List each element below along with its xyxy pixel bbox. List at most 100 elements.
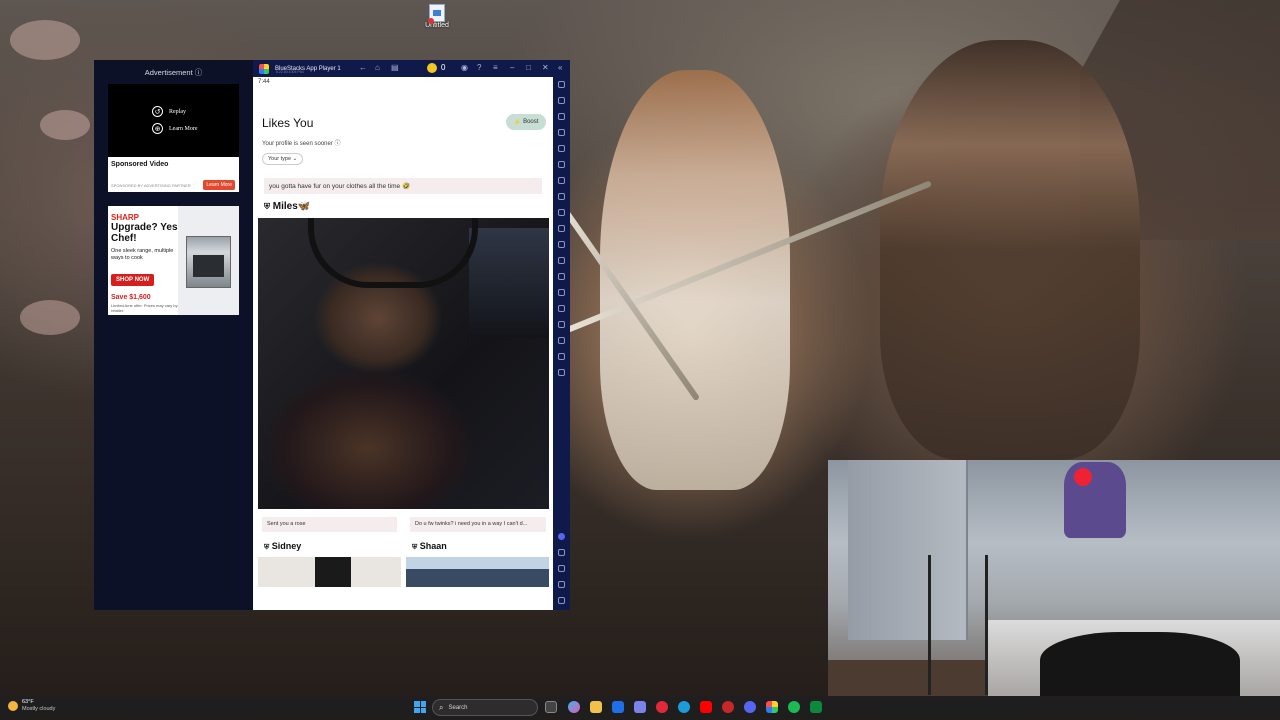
sponsored-video-label: Sponsored Video: [111, 161, 169, 168]
card-comment: Sent you a rose: [262, 517, 397, 532]
sort-icon[interactable]: [558, 321, 565, 328]
wallpaper-blossom: [20, 300, 80, 335]
edge-icon[interactable]: [678, 701, 690, 713]
card-comment: Do u fw twinks? i need you in a way I ca…: [410, 517, 546, 532]
profile-name-label: Miles🦋: [272, 201, 311, 212]
windows-logo-icon: [414, 707, 420, 713]
taskbar-search[interactable]: ⌕ Search: [432, 699, 538, 716]
sharp-ad-banner[interactable]: SHARP Upgrade? Yes, Chef! One sleek rang…: [108, 206, 239, 315]
store-icon[interactable]: [612, 701, 624, 713]
window-version: 5.22.50.1005 P64: [276, 70, 304, 74]
opera-icon[interactable]: [656, 701, 668, 713]
close-icon[interactable]: ✕: [542, 63, 549, 72]
card-name[interactable]: ⛨ Shaan: [412, 541, 447, 552]
start-button[interactable]: [414, 701, 426, 713]
maximize-icon[interactable]: □: [526, 63, 531, 72]
layers-icon[interactable]: [558, 337, 565, 344]
screen-record-icon[interactable]: [558, 113, 565, 120]
sponsor-disclaimer: SPONSORED BY ADVERTISING PARTNER: [111, 183, 191, 188]
screenshot-icon[interactable]: [558, 209, 565, 216]
copilot-icon[interactable]: [568, 701, 580, 713]
multi-window-icon[interactable]: [558, 289, 565, 296]
bluestacks-titlebar[interactable]: BlueStacks App Player 1 5.22.50.1005 P64…: [253, 60, 570, 77]
back-arrow-icon[interactable]: ←: [359, 63, 367, 72]
boost-label: Boost: [523, 119, 539, 125]
app-icon[interactable]: [810, 701, 822, 713]
rotate-icon[interactable]: [558, 145, 565, 152]
back-icon[interactable]: [558, 565, 565, 572]
eco-mode-icon[interactable]: [558, 305, 565, 312]
location-icon[interactable]: [558, 273, 565, 280]
desktop-file-icon[interactable]: Untitled: [424, 4, 450, 29]
cam-step-ladder: [928, 555, 988, 695]
replay-label: Replay: [169, 108, 186, 115]
weather-condition: Mostly cloudy: [22, 706, 56, 712]
menu-icon[interactable]: ≡: [493, 63, 498, 72]
keyboard-icon[interactable]: [558, 129, 565, 136]
macro-icon[interactable]: [558, 241, 565, 248]
capcut-icon[interactable]: [722, 701, 734, 713]
help-icon[interactable]: ?: [477, 63, 481, 72]
volume-icon[interactable]: [558, 97, 565, 104]
weather-widget[interactable]: 63°F Mostly cloudy: [8, 699, 55, 713]
discord-icon[interactable]: [558, 533, 565, 540]
search-icon: ⌕: [439, 702, 444, 712]
boost-button[interactable]: ⚡ Boost: [506, 114, 546, 130]
sync-icon[interactable]: [558, 161, 565, 168]
home-icon[interactable]: ⌂: [375, 63, 380, 72]
task-view-icon[interactable]: [545, 701, 557, 713]
windows-logo-icon: [414, 701, 420, 707]
home-nav-icon[interactable]: [558, 581, 565, 588]
ad-subtext: One sleek range, multiple ways to cook: [111, 248, 174, 261]
account-icon[interactable]: ◉: [461, 63, 468, 72]
error-badge-icon: [428, 18, 434, 24]
cam-person: [1040, 632, 1240, 696]
bluestacks-side-toolbar: [553, 77, 570, 610]
photo-background-window: [469, 228, 549, 338]
notes-icon[interactable]: [558, 369, 565, 376]
card-photo[interactable]: [258, 557, 401, 587]
shop-now-button[interactable]: SHOP NOW: [111, 274, 155, 286]
shake-icon[interactable]: [558, 225, 565, 232]
cam-wall-poster: [1064, 462, 1126, 538]
multi-instance-icon[interactable]: ▤: [391, 63, 399, 72]
collapse-sidebar-icon[interactable]: «: [558, 63, 562, 72]
video-player[interactable]: ↺ Replay ⊕ Learn More: [108, 84, 239, 157]
wallpaper-blossom: [10, 20, 80, 60]
status-time: 7:44: [258, 79, 270, 85]
windows-logo-icon: [420, 707, 426, 713]
fullscreen-icon[interactable]: [558, 81, 565, 88]
wallpaper-bearded-warrior: [880, 40, 1140, 460]
media-manager-icon[interactable]: [558, 353, 565, 360]
discord-taskbar-icon[interactable]: [744, 701, 756, 713]
ad-savings: Save $1,600: [111, 294, 151, 301]
apk-install-icon[interactable]: [558, 193, 565, 200]
bluestacks-points-icon[interactable]: [427, 63, 437, 73]
partly-cloudy-icon: [8, 701, 18, 711]
profile-name[interactable]: ⛨ Miles🦋: [264, 201, 310, 212]
range-stove-image: [186, 236, 231, 288]
folder-icon[interactable]: [558, 257, 565, 264]
photo-glasses: [308, 218, 478, 288]
spotify-icon[interactable]: [788, 701, 800, 713]
settings-icon[interactable]: [558, 549, 565, 556]
profile-photo[interactable]: [258, 218, 549, 509]
page-title: Likes You: [262, 116, 314, 130]
teams-icon[interactable]: [634, 701, 646, 713]
video-ad[interactable]: ↺ Replay ⊕ Learn More Sponsored Video SP…: [108, 84, 239, 192]
webcam-overlay: [828, 460, 1280, 696]
learn-more-link[interactable]: ⊕ Learn More: [152, 123, 198, 134]
ad-learn-more-button[interactable]: Learn More: [203, 180, 235, 190]
bluestacks-points: 0: [441, 63, 446, 72]
minimize-icon[interactable]: –: [510, 63, 514, 72]
wallpaper-blossom: [40, 110, 90, 140]
replay-button[interactable]: ↺ Replay: [152, 106, 186, 117]
card-photo[interactable]: [406, 557, 549, 587]
bluestacks-taskbar-icon[interactable]: [766, 701, 778, 713]
card-name[interactable]: ⛨ Sidney: [264, 541, 301, 552]
file-explorer-icon[interactable]: [590, 701, 602, 713]
gamepad-icon[interactable]: [558, 177, 565, 184]
your-type-filter[interactable]: Your type ⌄: [262, 153, 304, 165]
recents-icon[interactable]: [558, 597, 565, 604]
youtube-icon[interactable]: [700, 701, 712, 713]
